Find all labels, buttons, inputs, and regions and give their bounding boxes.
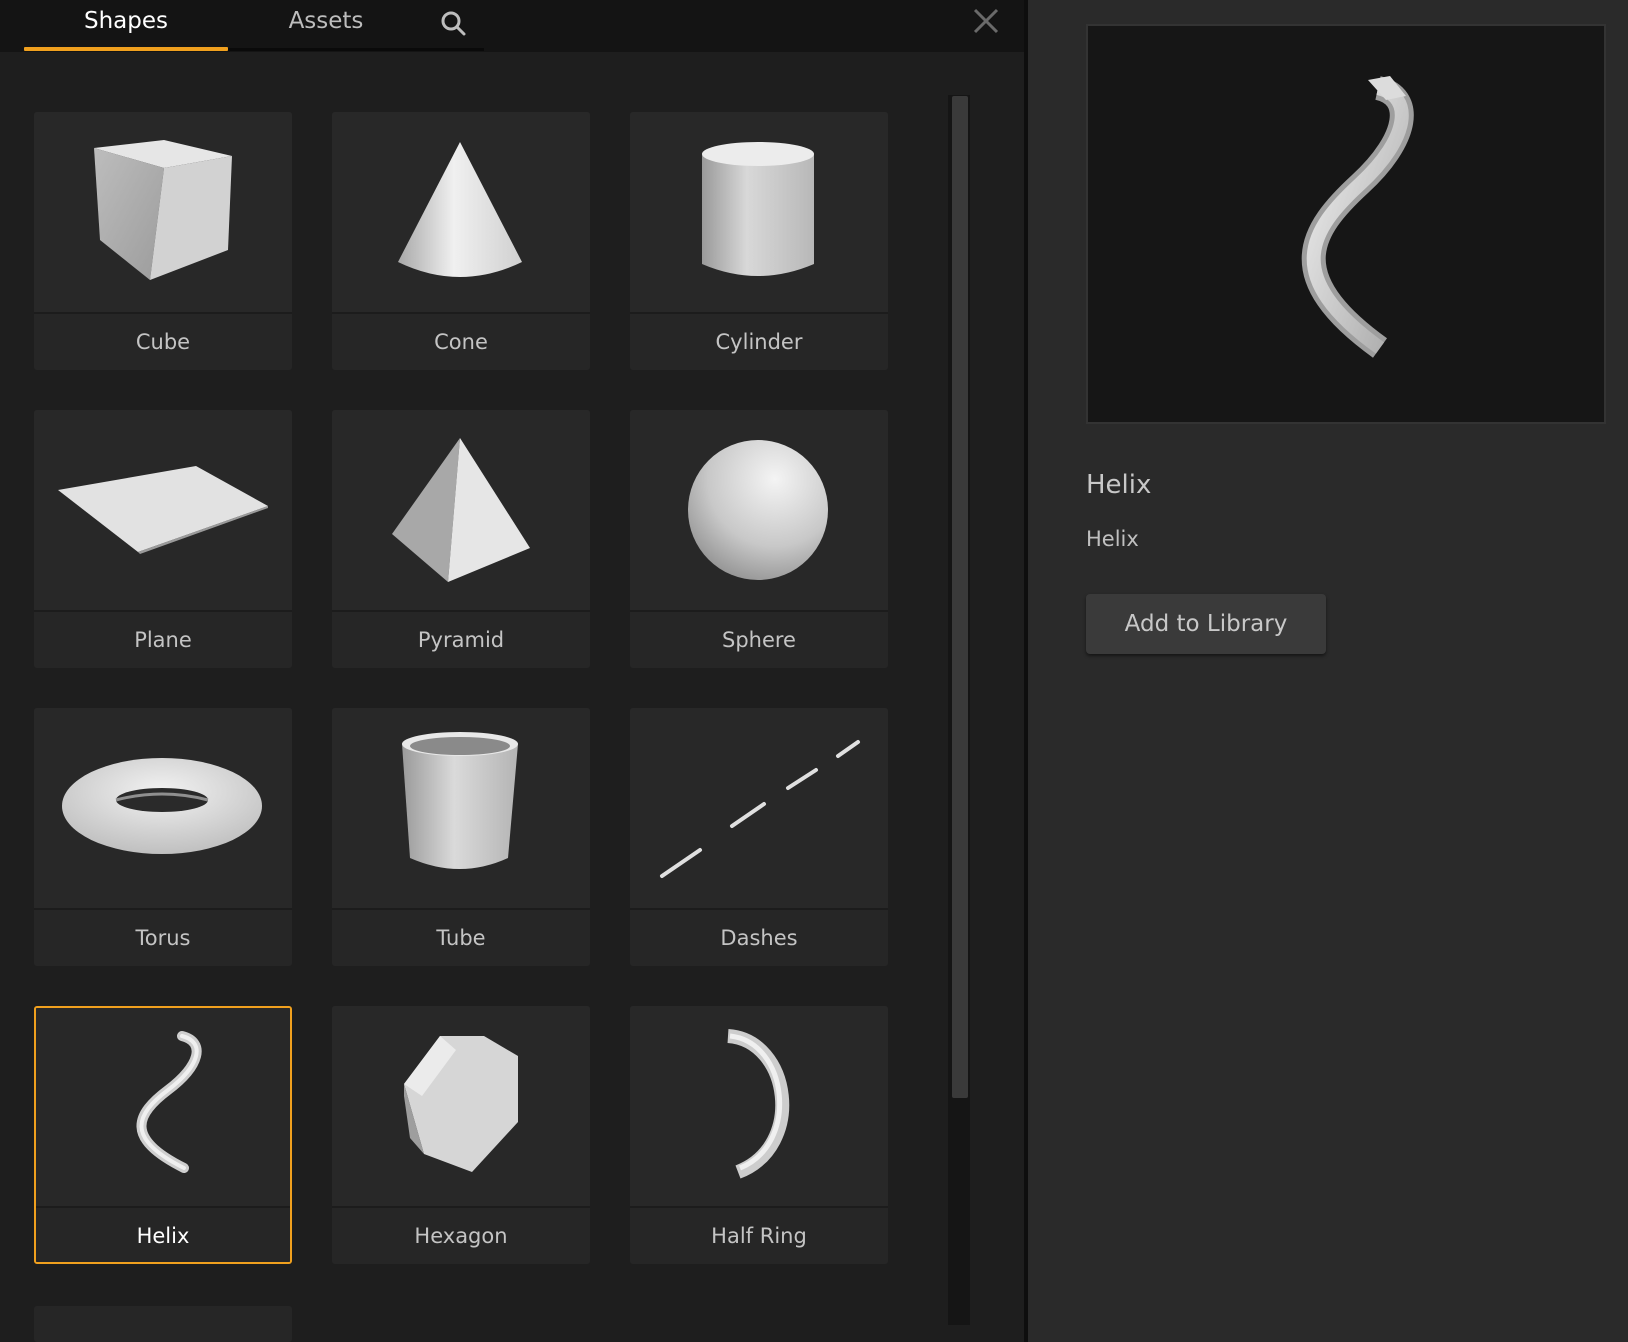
pyramid-icon — [392, 438, 530, 582]
shape-label: Torus — [135, 926, 191, 950]
shape-label: Cube — [135, 330, 191, 354]
cone-icon — [398, 142, 522, 277]
shape-card-torus[interactable]: Torus — [34, 708, 292, 966]
dashes-icon — [660, 740, 860, 878]
card-thumbnail — [630, 112, 888, 312]
shapes-panel: Shapes Assets Cube Cone Cylinder Plane P… — [0, 0, 1024, 1342]
tab-assets[interactable]: Assets — [228, 0, 424, 50]
card-thumbnail — [34, 410, 292, 610]
shape-card-sphere[interactable]: Sphere — [630, 410, 888, 668]
card-label-area: Cube — [34, 312, 292, 370]
shape-preview — [1086, 24, 1606, 424]
card-label-area: Sphere — [630, 610, 888, 668]
card-thumbnail — [630, 1006, 888, 1206]
shape-card-tube[interactable]: Tube — [332, 708, 590, 966]
card-thumbnail — [630, 708, 888, 908]
shape-label: Dashes — [720, 926, 798, 950]
shape-card-cube[interactable]: Cube — [34, 112, 292, 370]
plane-icon — [58, 466, 268, 554]
tube-icon — [402, 732, 518, 869]
shape-card-plane[interactable]: Plane — [34, 410, 292, 668]
card-label-area: Half Ring — [630, 1206, 888, 1264]
card-label-area: Plane — [34, 610, 292, 668]
shape-label: Helix — [136, 1224, 190, 1248]
card-label-area: Torus — [34, 908, 292, 966]
shape-card-hexagon[interactable]: Hexagon — [332, 1006, 590, 1264]
shape-card-helix[interactable]: Helix — [34, 1006, 292, 1264]
card-label-area: Pyramid — [332, 610, 590, 668]
shape-label: Tube — [436, 926, 486, 950]
panel-divider — [1024, 0, 1028, 1342]
active-tab-indicator — [24, 47, 228, 51]
card-thumbnail — [332, 708, 590, 908]
torus-icon — [62, 758, 262, 854]
shape-label: Cylinder — [715, 330, 803, 354]
shape-label: Hexagon — [414, 1224, 508, 1248]
detail-title: Helix — [1086, 470, 1152, 500]
scrollbar-thumb[interactable] — [952, 96, 968, 1098]
cylinder-icon — [702, 142, 814, 276]
helix-preview-icon — [1301, 76, 1414, 358]
half-ring-icon — [726, 1029, 790, 1179]
shape-label: Half Ring — [711, 1224, 807, 1248]
shape-card-pyramid[interactable]: Pyramid — [332, 410, 590, 668]
card-thumbnail — [332, 1006, 590, 1206]
card-thumbnail — [34, 708, 292, 908]
card-label-area: Hexagon — [332, 1206, 590, 1264]
shape-card-cylinder[interactable]: Cylinder — [630, 112, 888, 370]
tab-shapes[interactable]: Shapes — [24, 0, 228, 50]
shape-card-half-ring[interactable]: Half Ring — [630, 1006, 888, 1264]
close-icon[interactable] — [970, 5, 1002, 37]
shape-card-cone[interactable]: Cone — [332, 112, 590, 370]
tab-bar: Shapes Assets — [0, 0, 1024, 52]
hexagon-icon — [404, 1036, 518, 1172]
shape-card-dashes[interactable]: Dashes — [630, 708, 888, 966]
shape-label: Pyramid — [417, 628, 505, 652]
search-icon[interactable] — [438, 8, 470, 40]
add-to-library-button[interactable]: Add to Library — [1086, 594, 1326, 654]
cube-icon — [94, 140, 232, 280]
shape-card-partial[interactable] — [34, 1306, 292, 1342]
helix-icon — [136, 1031, 202, 1173]
sphere-icon — [688, 440, 828, 580]
card-label-area: Dashes — [630, 908, 888, 966]
card-label-area: Helix — [36, 1206, 290, 1262]
detail-subtitle: Helix — [1086, 527, 1139, 551]
tab-divider — [228, 48, 484, 51]
shape-label: Cone — [434, 330, 488, 354]
card-thumbnail — [34, 112, 292, 312]
card-thumbnail — [332, 112, 590, 312]
shape-label: Sphere — [722, 628, 796, 652]
shape-label: Plane — [134, 628, 192, 652]
card-thumbnail — [36, 1008, 290, 1208]
card-thumbnail — [630, 410, 888, 610]
card-label-area: Tube — [332, 908, 590, 966]
card-label-area: Cylinder — [630, 312, 888, 370]
card-label-area: Cone — [332, 312, 590, 370]
card-thumbnail — [332, 410, 590, 610]
